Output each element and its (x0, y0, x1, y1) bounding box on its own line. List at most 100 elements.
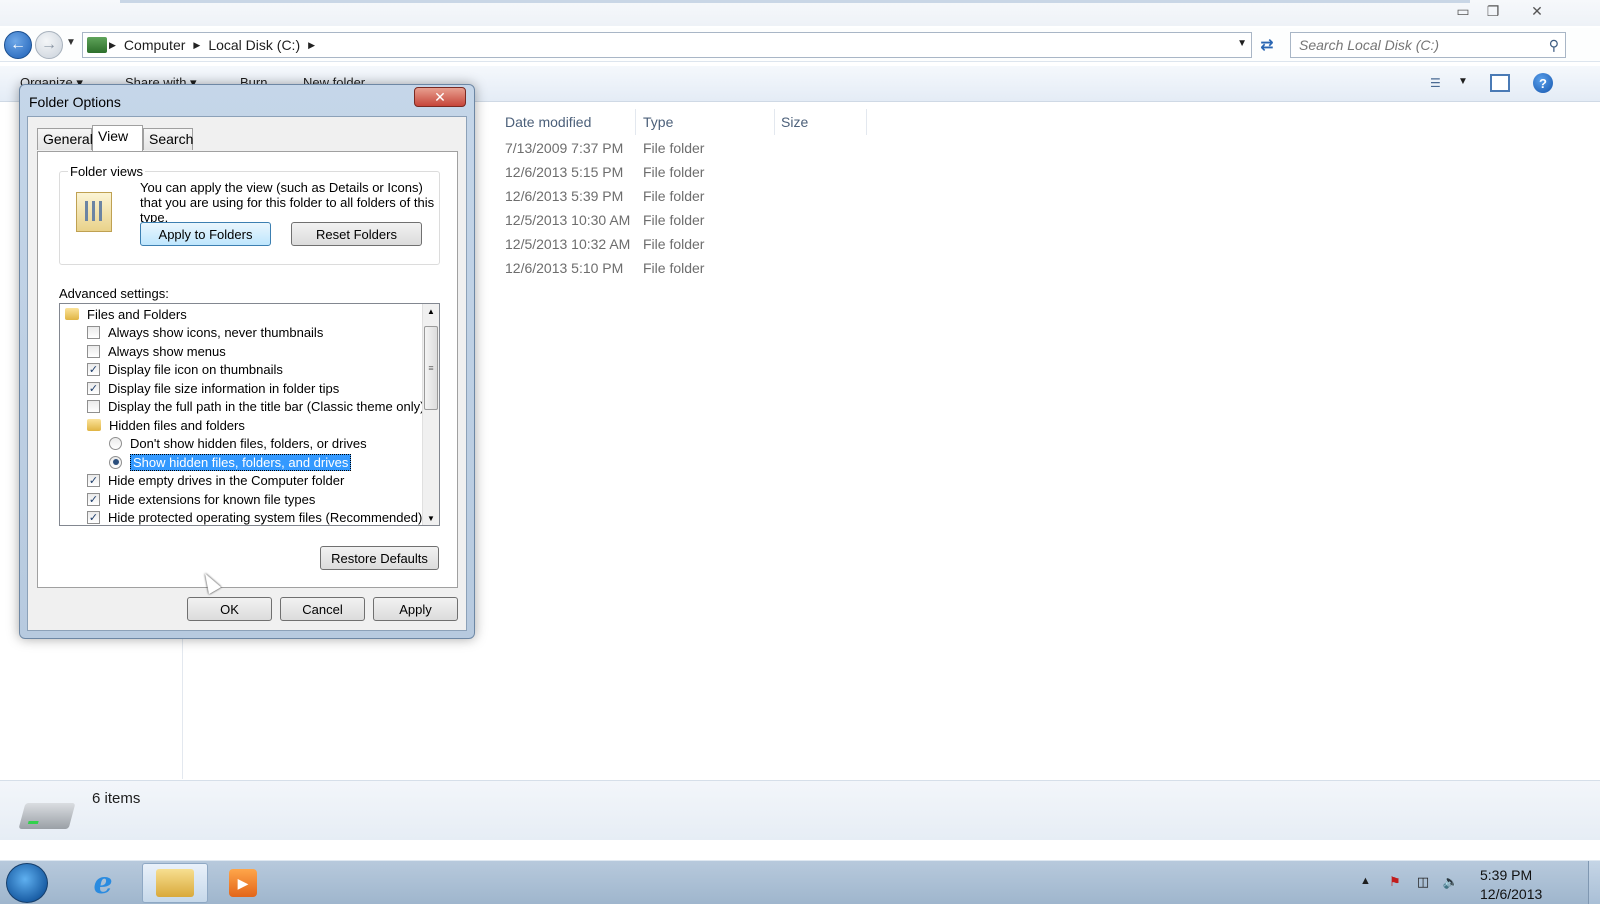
media-player-taskbar-button[interactable]: ▶ (212, 863, 274, 903)
computer-location-icon (87, 37, 107, 53)
file-type: File folder (643, 236, 705, 252)
tab-general[interactable]: General (37, 128, 93, 150)
clock-date[interactable]: 12/6/2013 (1480, 886, 1542, 902)
tab-view[interactable]: View (92, 125, 143, 151)
checkbox-checked[interactable]: ✓ (87, 473, 100, 487)
start-button[interactable] (6, 863, 48, 903)
folder-icon (65, 308, 79, 320)
restore-defaults-button[interactable]: Restore Defaults (320, 546, 439, 570)
address-bar[interactable]: ▶ Computer ▶ Local Disk (C:) ▶ ▼ (82, 32, 1252, 58)
adv-folder-hidden-files[interactable]: Hidden files and folders (87, 416, 245, 434)
vertical-scrollbar[interactable]: ▲ ≡ ▼ (422, 304, 439, 525)
adv-radio-row[interactable]: Show hidden files, folders, and drives (109, 453, 352, 471)
file-date: 12/6/2013 5:15 PM (505, 164, 624, 180)
tab-search[interactable]: Search (143, 128, 193, 150)
adv-checkbox-row[interactable]: Display the full path in the title bar (… (87, 397, 424, 415)
apply-button[interactable]: Apply (373, 597, 458, 621)
checkbox-checked[interactable]: ✓ (87, 362, 100, 376)
advanced-settings-list[interactable]: Files and Folders Always show icons, nev… (59, 303, 440, 526)
adv-checkbox-row[interactable]: ✓ Hide extensions for known file types (87, 490, 315, 508)
dialog-close-button[interactable]: ✕ (414, 87, 466, 107)
checkbox-unchecked[interactable] (87, 399, 100, 413)
file-type: File folder (643, 188, 705, 204)
close-window-button[interactable]: ✕ (1522, 0, 1552, 22)
adv-checkbox-row[interactable]: ✓ Display file size information in folde… (87, 379, 339, 397)
adv-folder-files-and-folders[interactable]: Files and Folders (65, 305, 187, 323)
adv-radio-row[interactable]: Don't show hidden files, folders, or dri… (109, 434, 367, 452)
adv-checkbox-row[interactable]: ✓ Hide protected operating system files … (87, 508, 422, 525)
radio-unselected[interactable] (109, 436, 122, 450)
adv-item-label: Hide empty drives in the Computer folder (108, 472, 345, 488)
refresh-button[interactable]: ⇄ (1253, 32, 1281, 58)
scroll-thumb[interactable]: ≡ (424, 326, 438, 410)
adv-item-label: Hidden files and folders (109, 417, 245, 433)
adv-item-label: Display file size information in folder … (108, 380, 340, 396)
ok-button[interactable]: OK (187, 597, 272, 621)
breadcrumb-computer[interactable]: Computer (118, 37, 191, 53)
adv-item-label: Always show icons, never thumbnails (108, 324, 324, 340)
column-header-date-modified[interactable]: Date modified (499, 109, 636, 135)
reset-folders-button[interactable]: Reset Folders (291, 222, 422, 246)
adv-item-label: Hide extensions for known file types (108, 491, 316, 507)
dialog-body: General View Search Folder views You can… (27, 116, 467, 631)
folder-views-icon (76, 192, 112, 232)
adv-item-label: Display file icon on thumbnails (108, 361, 283, 377)
internet-explorer-taskbar-button[interactable]: e (72, 863, 134, 903)
cancel-button[interactable]: Cancel (280, 597, 365, 621)
crumb-separator-icon[interactable]: ▶ (306, 40, 317, 51)
windows-explorer-taskbar-button[interactable] (142, 863, 208, 903)
volume-icon[interactable]: 🔈 (1442, 873, 1460, 891)
recent-pages-dropdown[interactable]: ▼ (66, 37, 76, 48)
radio-selected[interactable] (109, 455, 122, 469)
adv-checkbox-row[interactable]: Always show icons, never thumbnails (87, 323, 323, 341)
show-desktop-button[interactable] (1588, 861, 1600, 904)
back-arrow-icon: ← (10, 36, 26, 53)
adv-checkbox-row[interactable]: ✓ Hide empty drives in the Computer fold… (87, 471, 344, 489)
adv-item-label: Always show menus (108, 343, 226, 359)
crumb-separator-icon[interactable]: ▶ (191, 40, 202, 51)
preview-pane-icon[interactable] (1490, 74, 1510, 92)
item-count: 6 items (92, 790, 141, 807)
network-icon[interactable]: ◫ (1414, 873, 1432, 891)
file-date: 12/5/2013 10:32 AM (505, 236, 631, 252)
search-icon[interactable]: ⚲ (1549, 37, 1559, 54)
checkbox-checked[interactable]: ✓ (87, 381, 100, 395)
file-date: 12/6/2013 5:39 PM (505, 188, 624, 204)
crumb-separator-icon[interactable]: ▶ (107, 40, 118, 51)
clock-time[interactable]: 5:39 PM (1480, 867, 1532, 883)
adv-checkbox-row[interactable]: Always show menus (87, 342, 226, 360)
adv-item-label: Files and Folders (87, 306, 187, 322)
show-hidden-icons-button[interactable]: ▲ (1360, 875, 1371, 887)
checkbox-checked[interactable]: ✓ (87, 510, 100, 524)
action-center-icon[interactable]: ⚑ (1386, 873, 1404, 891)
breadcrumb-local-disk[interactable]: Local Disk (C:) (202, 37, 306, 53)
minimize-button[interactable]: ▭ (1448, 0, 1478, 22)
view-options-dropdown[interactable]: ▼ (1458, 76, 1468, 87)
maximize-button[interactable]: ❐ (1478, 0, 1508, 22)
adv-item-label: Display the full path in the title bar (… (108, 398, 425, 414)
file-type: File folder (643, 212, 705, 228)
apply-to-folders-button[interactable]: Apply to Folders (140, 222, 271, 246)
folder-views-description: You can apply the view (such as Details … (140, 180, 435, 225)
file-type: File folder (643, 260, 705, 276)
address-history-dropdown[interactable]: ▼ (1237, 38, 1247, 49)
change-view-icon[interactable]: ☰ (1430, 76, 1452, 92)
back-button[interactable]: ← (4, 31, 32, 59)
checkbox-unchecked[interactable] (87, 344, 100, 358)
forward-button[interactable]: → (35, 31, 63, 59)
column-header-size[interactable]: Size (775, 109, 867, 135)
adv-checkbox-row[interactable]: ✓ Display file icon on thumbnails (87, 360, 283, 378)
scroll-up-arrow-icon[interactable]: ▲ (427, 307, 435, 316)
column-header-type[interactable]: Type (637, 109, 775, 135)
search-box[interactable]: ⚲ (1290, 32, 1566, 58)
radio-dot (112, 459, 119, 465)
taskbar: e ▶ ▲ ⚑ ◫ 🔈 5:39 PM 12/6/2013 (0, 860, 1600, 904)
checkbox-unchecked[interactable] (87, 325, 100, 339)
help-icon[interactable]: ? (1533, 73, 1553, 93)
folder-views-group: Folder views You can apply the view (suc… (59, 164, 440, 265)
folder-icon (156, 869, 194, 897)
checkbox-checked[interactable]: ✓ (87, 492, 100, 506)
address-row: ← → ▼ ▶ Computer ▶ Local Disk (C:) ▶ ▼ ⇄… (0, 28, 1600, 62)
scroll-down-arrow-icon[interactable]: ▼ (427, 514, 435, 523)
search-input[interactable] (1299, 37, 1539, 53)
